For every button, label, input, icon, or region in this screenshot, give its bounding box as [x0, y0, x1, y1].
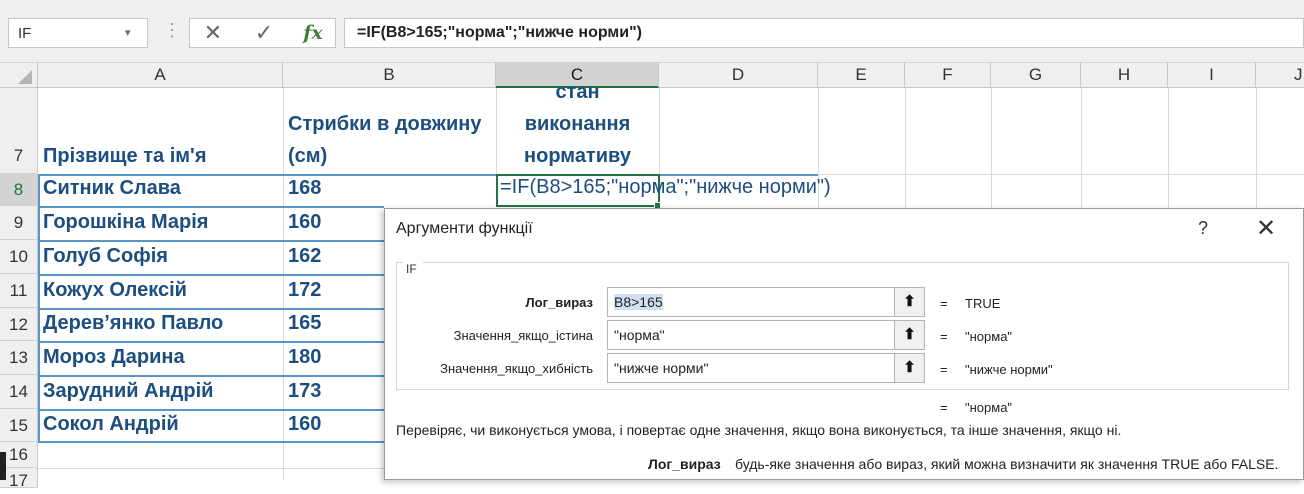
row-header-13[interactable]: 13: [0, 341, 38, 375]
row-header-11[interactable]: 11: [0, 274, 38, 308]
arg-result-value-if-true: "норма": [965, 329, 1013, 344]
gridline: [905, 88, 906, 208]
column-header-d[interactable]: D: [659, 62, 818, 88]
gridline: [1256, 88, 1257, 208]
row-header-9[interactable]: 9: [0, 206, 38, 240]
student-score[interactable]: 162: [288, 245, 321, 268]
arg-result-logical-test: TRUE: [965, 296, 1001, 311]
equals-sign: =: [940, 362, 948, 377]
row-edge-marker: [0, 452, 6, 480]
collapse-dialog-icon[interactable]: ⬆: [894, 354, 924, 382]
enter-icon[interactable]: ✓: [249, 18, 279, 48]
insert-function-icon[interactable]: fx: [298, 18, 328, 48]
table-border: [38, 341, 384, 343]
student-score[interactable]: 168: [288, 177, 321, 200]
gridline: [38, 468, 384, 469]
collapse-dialog-icon[interactable]: ⬆: [894, 288, 924, 316]
column-header-b[interactable]: B: [283, 62, 496, 88]
close-icon[interactable]: ✕: [1256, 214, 1276, 243]
student-score[interactable]: 172: [288, 279, 321, 302]
table-border: [38, 206, 384, 208]
column-header-f[interactable]: F: [905, 62, 991, 88]
equals-sign: =: [940, 296, 948, 311]
arg-detail-text: будь-яке значення або вираз, який можна …: [735, 456, 1279, 472]
formula-result: "норма": [965, 400, 1013, 415]
header-status-line3: нормативу: [524, 145, 631, 167]
table-border: [38, 240, 384, 242]
arg-input-value-if-false[interactable]: "нижче норми": [607, 353, 925, 383]
gridline: [1168, 88, 1169, 208]
student-name[interactable]: Мороз Дарина: [43, 346, 185, 369]
arg-label-value-if-false: Значення_якщо_хибність: [440, 361, 593, 376]
table-border: [38, 409, 384, 411]
table-border: [38, 308, 384, 310]
student-name[interactable]: Голуб Софія: [43, 245, 168, 268]
equals-sign: =: [940, 400, 948, 415]
name-box-value: IF: [18, 25, 32, 42]
arg-result-value-if-false: "нижче норми": [965, 362, 1053, 377]
student-name[interactable]: Кожух Олексій: [43, 279, 187, 302]
function-name-label: IF: [406, 262, 417, 276]
gridline: [659, 88, 660, 174]
student-name[interactable]: Зарудний Андрій: [43, 380, 213, 403]
column-header-h[interactable]: H: [1081, 62, 1168, 88]
column-header-a[interactable]: A: [38, 62, 283, 88]
gridline: [991, 88, 992, 208]
column-header-g[interactable]: G: [991, 62, 1081, 88]
student-score[interactable]: 180: [288, 346, 321, 369]
student-score[interactable]: 160: [288, 413, 321, 436]
student-name[interactable]: Горошкіна Марія: [43, 211, 208, 234]
collapse-dialog-icon[interactable]: ⬆: [894, 321, 924, 349]
column-header-i[interactable]: I: [1168, 62, 1256, 88]
equals-sign: =: [940, 329, 948, 344]
table-border: [38, 174, 40, 442]
table-border: [38, 441, 384, 443]
gridline: [283, 88, 284, 480]
help-icon[interactable]: ?: [1198, 218, 1208, 239]
header-name: Прізвище та ім'я: [43, 145, 207, 167]
arg-input-value: B8>165: [614, 294, 663, 310]
formula-input[interactable]: =IF(B8>165;"норма";"нижче норми"): [344, 18, 1304, 48]
header-status-line2: виконання: [524, 113, 631, 135]
student-score[interactable]: 165: [288, 312, 321, 335]
row-header-10[interactable]: 10: [0, 240, 38, 274]
select-all-icon: [18, 70, 32, 84]
student-score[interactable]: 160: [288, 211, 321, 234]
arg-label-value-if-true: Значення_якщо_істина: [453, 328, 593, 343]
header-jump-line1: Стрибки в довжину: [288, 113, 482, 135]
chevron-down-icon[interactable]: ▾: [125, 26, 131, 39]
function-description: Перевіряє, чи виконується умова, і повер…: [396, 422, 1122, 438]
row-header-15[interactable]: 15: [0, 409, 38, 442]
student-name[interactable]: Ситник Слава: [43, 177, 181, 200]
active-cell-editor[interactable]: =IF(B8>165;"норма";"нижче норми"): [500, 176, 831, 199]
table-border: [38, 375, 384, 377]
header-jump-line2: (см): [288, 145, 328, 167]
arg-detail-name: Лог_вираз: [648, 456, 721, 472]
row-header-8[interactable]: 8: [0, 174, 38, 206]
table-border: [38, 274, 384, 276]
cancel-icon[interactable]: ✕: [198, 18, 228, 48]
student-score[interactable]: 173: [288, 380, 321, 403]
drag-handle-icon[interactable]: ⋮: [163, 20, 182, 41]
row-header-12[interactable]: 12: [0, 308, 38, 341]
arg-label-logical-test: Лог_вираз: [525, 295, 593, 310]
student-name[interactable]: Сокол Андрій: [43, 413, 179, 436]
gridline: [1081, 88, 1082, 208]
header-status-line1: стан: [555, 81, 600, 103]
row-header-14[interactable]: 14: [0, 375, 38, 409]
column-header-j[interactable]: J: [1256, 62, 1304, 88]
arg-input-logical-test[interactable]: B8>165: [607, 287, 925, 317]
row-header-7[interactable]: 7: [0, 88, 38, 174]
student-name[interactable]: Дерев’янко Павло: [43, 312, 223, 335]
column-header-e[interactable]: E: [818, 62, 905, 88]
dialog-title: Аргументи функції: [396, 220, 533, 237]
arg-input-value-if-true[interactable]: "норма": [607, 320, 925, 350]
